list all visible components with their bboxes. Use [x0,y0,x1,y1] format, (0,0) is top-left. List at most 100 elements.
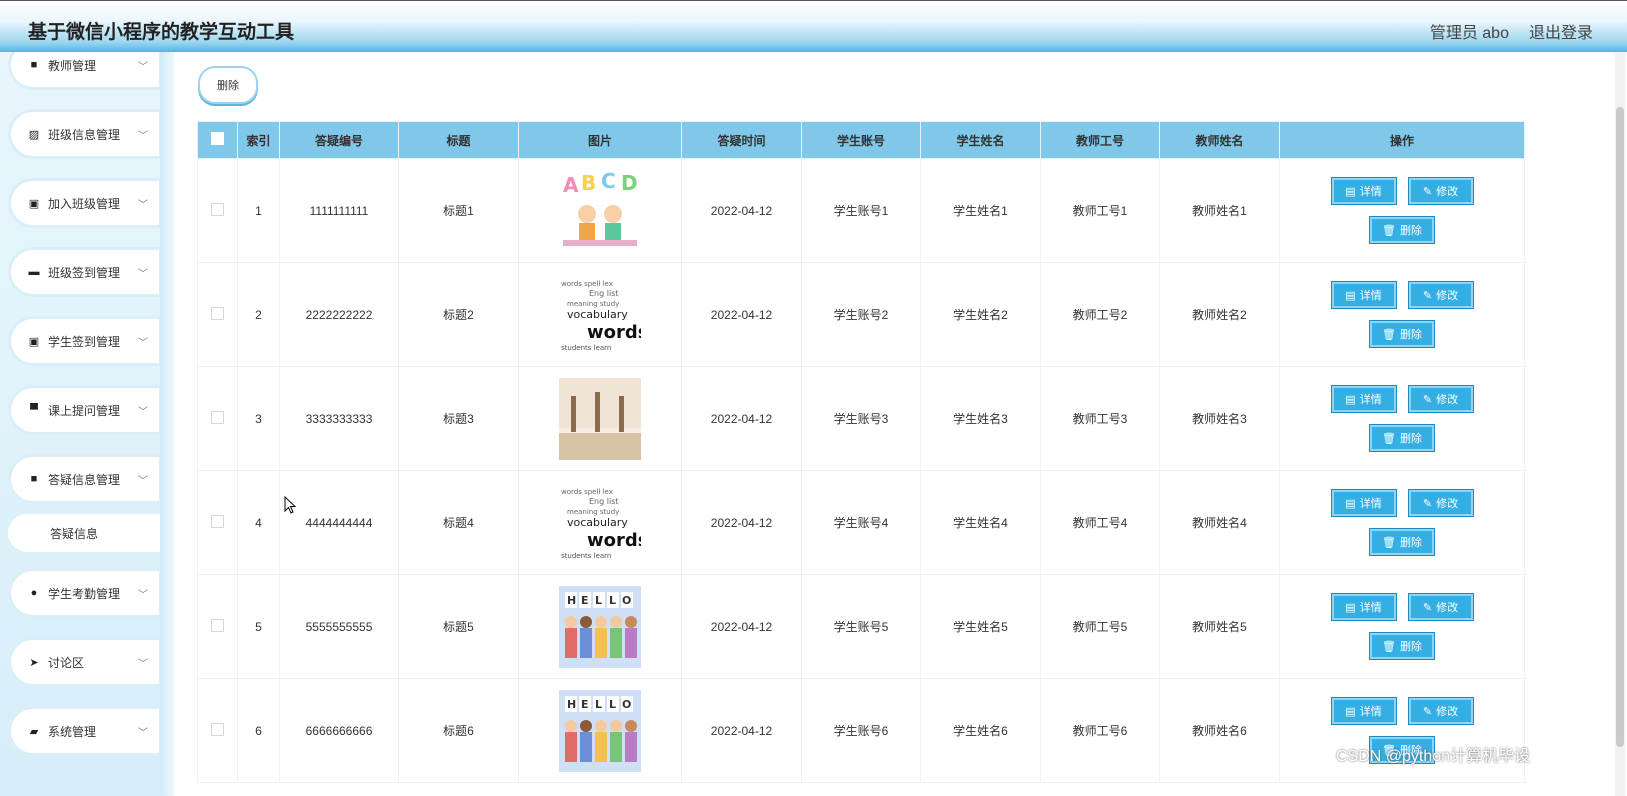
submenu-item-qa-info[interactable]: 答疑信息 [8,514,162,552]
header-actions: 管理员 abo 退出登录 [1430,19,1593,43]
sidebar: ■ 教师管理 ﹀ ▨ 班级信息管理 ﹀ ▣ 加入班级管理 ﹀ ▬ 班级签到管理 … [0,52,168,796]
column-header: 教师工号 [1040,121,1160,159]
edit-button[interactable]: ✎ 修改 [1407,281,1474,309]
cell-student-account: 学生账号3 [801,366,921,471]
cell-title: 标题3 [398,366,519,471]
column-header: 操作 [1279,121,1525,159]
cell-actions: ▤ 详情 ✎ 修改 🗑 删除 [1279,470,1525,575]
column-header: 学生姓名 [920,121,1041,159]
sidebar-item-join-class[interactable]: ▣ 加入班级管理 ﹀ [8,178,162,228]
cell-teacher-id: 教师工号3 [1040,366,1160,471]
row-select-cell[interactable] [197,366,238,471]
detail-button[interactable]: ▤ 详情 [1330,281,1397,309]
row-checkbox[interactable] [211,202,224,216]
delete-button[interactable]: 🗑 删除 [1369,320,1435,348]
vertical-scrollbar[interactable] [1615,52,1625,796]
cell-image: H E L L O [518,574,682,679]
cell-student-name: 学生姓名5 [920,574,1041,679]
detail-button[interactable]: ▤ 详情 [1330,489,1397,517]
chevron-down-icon: ﹀ [138,131,148,142]
svg-text:E: E [581,698,589,711]
column-header: 标题 [398,121,519,159]
sidebar-item-forum[interactable]: ➤ 讨论区 ﹀ [8,637,162,687]
column-header: 学生账号 [801,121,921,159]
delete-label: 删除 [1399,329,1422,341]
select-all-checkbox[interactable] [211,132,224,145]
sidebar-item-label: 班级签到管理 [48,265,121,280]
row-checkbox[interactable] [211,514,224,528]
edit-button[interactable]: ✎ 修改 [1407,697,1474,725]
delete-button[interactable]: 🗑 删除 [1369,528,1435,556]
cell-image: A B C D [518,158,682,263]
row-checkbox[interactable] [211,722,224,736]
delete-button[interactable]: 🗑 删除 [1369,424,1435,452]
document-icon: ▤ [1345,601,1356,614]
row-select-cell[interactable] [197,470,238,575]
cell-student-account: 学生账号4 [801,470,921,575]
svg-text:D: D [621,171,638,195]
row-select-cell[interactable] [197,574,238,679]
detail-button[interactable]: ▤ 详情 [1330,593,1397,621]
sidebar-item-teacher[interactable]: ■ 教师管理 ﹀ [8,52,162,90]
cell-time: 2022-04-12 [681,366,802,471]
row-select-cell[interactable] [197,158,238,263]
edit-button[interactable]: ✎ 修改 [1407,177,1474,205]
cell-image: H E L L O [518,678,682,783]
cell-code: 2222222222 [279,262,399,367]
cell-actions: ▤ 详情 ✎ 修改 🗑 删除 [1279,366,1525,471]
sidebar-item-label: 答疑信息管理 [48,472,121,487]
svg-text:meaning study: meaning study [567,508,619,516]
sidebar-item-questions[interactable]: ▀ 课上提问管理 ﹀ [8,385,162,435]
trash-icon: 🗑 [1382,224,1396,237]
table-row: 2 2222222222 标题2 words spell lex Eng lis… [197,262,1525,367]
sidebar-item-label: 讨论区 [48,655,85,670]
sidebar-item-label: 系统管理 [48,724,97,739]
detail-button[interactable]: ▤ 详情 [1330,697,1397,725]
delete-button[interactable]: 🗑 删除 [1369,216,1435,244]
svg-text:students learn: students learn [561,344,611,352]
table-row: 6 6666666666 标题6 H E L L O 2022-04-12 学生… [197,678,1525,783]
trash-icon: 🗑 [1382,432,1396,445]
cell-student-account: 学生账号6 [801,678,921,783]
cell-image: words spell lex Eng list meaning study v… [518,262,682,367]
scrollbar-thumb[interactable] [1616,107,1624,747]
row-checkbox[interactable] [211,618,224,632]
cell-title: 标题4 [398,470,519,575]
svg-text:L: L [595,594,602,607]
row-select-cell[interactable] [197,678,238,783]
edit-button[interactable]: ✎ 修改 [1407,489,1474,517]
select-all-cell[interactable] [197,121,238,159]
cell-student-account: 学生账号5 [801,574,921,679]
cell-teacher-id: 教师工号4 [1040,470,1160,575]
hello-kids-image: H E L L O [559,689,641,772]
row-checkbox[interactable] [211,306,224,320]
sidebar-item-qa[interactable]: ■ 答疑信息管理 ﹀ [8,454,162,504]
row-checkbox[interactable] [211,410,224,424]
delete-button[interactable]: 🗑 删除 [1369,632,1435,660]
sidebar-item-class-info[interactable]: ▨ 班级信息管理 ﹀ [8,109,162,159]
watermark: CSDN @python计算机毕设 [1336,748,1531,765]
logout-link[interactable]: 退出登录 [1529,19,1593,43]
cell-teacher-name: 教师姓名2 [1159,262,1280,367]
detail-button[interactable]: ▤ 详情 [1330,385,1397,413]
vocabulary-words-image: words spell lex Eng list meaning study v… [559,273,641,356]
edit-button[interactable]: ✎ 修改 [1407,385,1474,413]
sidebar-item-class-checkin[interactable]: ▬ 班级签到管理 ﹀ [8,247,162,297]
cell-actions: ▤ 详情 ✎ 修改 🗑 删除 [1279,158,1525,263]
table-row: 1 1111111111 标题1 A B C D 2022-04-12 学生账号… [197,158,1525,263]
batch-delete-button[interactable]: 删除 [198,66,258,104]
cell-code: 1111111111 [279,158,399,263]
row-select-cell[interactable] [197,262,238,367]
sidebar-item-system[interactable]: ▰ 系统管理 ﹀ [8,706,162,756]
delete-label: 删除 [1399,225,1422,237]
sidebar-item-student-checkin[interactable]: ▣ 学生签到管理 ﹀ [8,316,162,366]
svg-text:O: O [622,698,631,711]
current-user[interactable]: 管理员 abo [1430,19,1509,43]
cell-time: 2022-04-12 [681,678,802,783]
sidebar-item-attendance[interactable]: ● 学生考勤管理 ﹀ [8,568,162,618]
cell-teacher-id: 教师工号2 [1040,262,1160,367]
detail-button[interactable]: ▤ 详情 [1330,177,1397,205]
svg-text:Eng list: Eng list [589,289,619,298]
edit-button[interactable]: ✎ 修改 [1407,593,1474,621]
svg-text:words: words [587,530,641,551]
